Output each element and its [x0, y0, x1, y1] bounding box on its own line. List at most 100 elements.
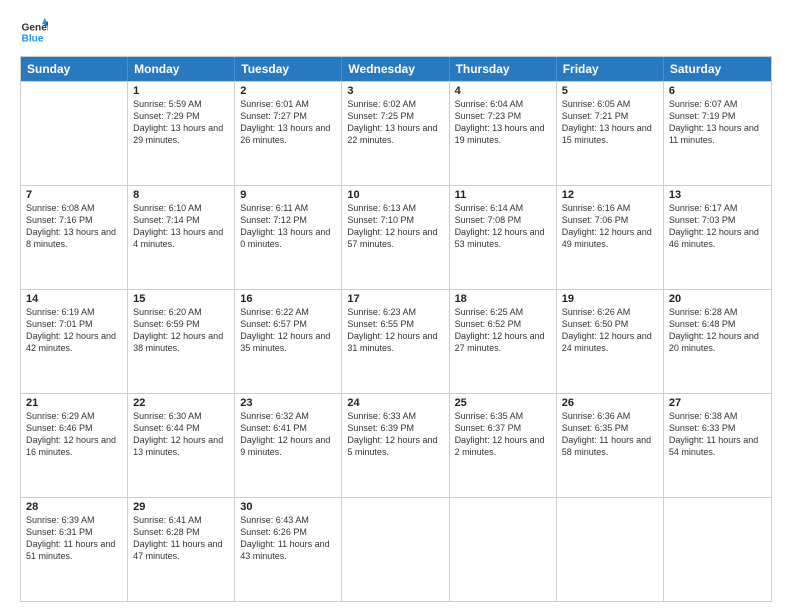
calendar-cell: 9Sunrise: 6:11 AM Sunset: 7:12 PM Daylig…	[235, 186, 342, 289]
calendar-cell: 13Sunrise: 6:17 AM Sunset: 7:03 PM Dayli…	[664, 186, 771, 289]
calendar-cell: 19Sunrise: 6:26 AM Sunset: 6:50 PM Dayli…	[557, 290, 664, 393]
cell-info: Sunrise: 6:05 AM Sunset: 7:21 PM Dayligh…	[562, 98, 658, 147]
calendar-cell	[342, 498, 449, 601]
calendar-cell: 24Sunrise: 6:33 AM Sunset: 6:39 PM Dayli…	[342, 394, 449, 497]
day-number: 7	[26, 189, 122, 201]
day-number: 15	[133, 293, 229, 305]
cell-info: Sunrise: 6:14 AM Sunset: 7:08 PM Dayligh…	[455, 202, 551, 251]
cell-info: Sunrise: 6:02 AM Sunset: 7:25 PM Dayligh…	[347, 98, 443, 147]
calendar-cell: 21Sunrise: 6:29 AM Sunset: 6:46 PM Dayli…	[21, 394, 128, 497]
day-number: 29	[133, 501, 229, 513]
cell-info: Sunrise: 6:35 AM Sunset: 6:37 PM Dayligh…	[455, 410, 551, 459]
calendar-row: 28Sunrise: 6:39 AM Sunset: 6:31 PM Dayli…	[21, 497, 771, 601]
cell-info: Sunrise: 5:59 AM Sunset: 7:29 PM Dayligh…	[133, 98, 229, 147]
calendar-cell: 5Sunrise: 6:05 AM Sunset: 7:21 PM Daylig…	[557, 82, 664, 185]
calendar-row: 7Sunrise: 6:08 AM Sunset: 7:16 PM Daylig…	[21, 185, 771, 289]
cell-info: Sunrise: 6:10 AM Sunset: 7:14 PM Dayligh…	[133, 202, 229, 251]
day-number: 10	[347, 189, 443, 201]
cell-info: Sunrise: 6:25 AM Sunset: 6:52 PM Dayligh…	[455, 306, 551, 355]
day-number: 20	[669, 293, 766, 305]
calendar-cell: 22Sunrise: 6:30 AM Sunset: 6:44 PM Dayli…	[128, 394, 235, 497]
calendar-cell: 4Sunrise: 6:04 AM Sunset: 7:23 PM Daylig…	[450, 82, 557, 185]
calendar-cell: 16Sunrise: 6:22 AM Sunset: 6:57 PM Dayli…	[235, 290, 342, 393]
calendar-cell: 3Sunrise: 6:02 AM Sunset: 7:25 PM Daylig…	[342, 82, 449, 185]
day-number: 19	[562, 293, 658, 305]
day-number: 23	[240, 397, 336, 409]
weekday-header: Monday	[128, 57, 235, 81]
day-number: 17	[347, 293, 443, 305]
cell-info: Sunrise: 6:30 AM Sunset: 6:44 PM Dayligh…	[133, 410, 229, 459]
cell-info: Sunrise: 6:26 AM Sunset: 6:50 PM Dayligh…	[562, 306, 658, 355]
calendar-cell: 10Sunrise: 6:13 AM Sunset: 7:10 PM Dayli…	[342, 186, 449, 289]
day-number: 4	[455, 85, 551, 97]
day-number: 27	[669, 397, 766, 409]
day-number: 1	[133, 85, 229, 97]
calendar: SundayMondayTuesdayWednesdayThursdayFrid…	[20, 56, 772, 602]
calendar-cell: 20Sunrise: 6:28 AM Sunset: 6:48 PM Dayli…	[664, 290, 771, 393]
calendar-cell	[21, 82, 128, 185]
day-number: 2	[240, 85, 336, 97]
page-header: General Blue	[20, 18, 772, 46]
logo-icon: General Blue	[20, 18, 48, 46]
calendar-cell: 30Sunrise: 6:43 AM Sunset: 6:26 PM Dayli…	[235, 498, 342, 601]
day-number: 22	[133, 397, 229, 409]
svg-text:Blue: Blue	[22, 33, 44, 44]
cell-info: Sunrise: 6:01 AM Sunset: 7:27 PM Dayligh…	[240, 98, 336, 147]
weekday-header: Thursday	[450, 57, 557, 81]
calendar-cell: 7Sunrise: 6:08 AM Sunset: 7:16 PM Daylig…	[21, 186, 128, 289]
cell-info: Sunrise: 6:43 AM Sunset: 6:26 PM Dayligh…	[240, 514, 336, 563]
cell-info: Sunrise: 6:20 AM Sunset: 6:59 PM Dayligh…	[133, 306, 229, 355]
day-number: 30	[240, 501, 336, 513]
calendar-cell: 11Sunrise: 6:14 AM Sunset: 7:08 PM Dayli…	[450, 186, 557, 289]
day-number: 12	[562, 189, 658, 201]
cell-info: Sunrise: 6:22 AM Sunset: 6:57 PM Dayligh…	[240, 306, 336, 355]
cell-info: Sunrise: 6:11 AM Sunset: 7:12 PM Dayligh…	[240, 202, 336, 251]
day-number: 3	[347, 85, 443, 97]
day-number: 21	[26, 397, 122, 409]
weekday-header: Saturday	[664, 57, 771, 81]
calendar-body: 1Sunrise: 5:59 AM Sunset: 7:29 PM Daylig…	[21, 81, 771, 601]
cell-info: Sunrise: 6:33 AM Sunset: 6:39 PM Dayligh…	[347, 410, 443, 459]
logo: General Blue	[20, 18, 48, 46]
calendar-cell: 8Sunrise: 6:10 AM Sunset: 7:14 PM Daylig…	[128, 186, 235, 289]
calendar-cell: 6Sunrise: 6:07 AM Sunset: 7:19 PM Daylig…	[664, 82, 771, 185]
calendar-cell: 12Sunrise: 6:16 AM Sunset: 7:06 PM Dayli…	[557, 186, 664, 289]
weekday-header: Friday	[557, 57, 664, 81]
day-number: 6	[669, 85, 766, 97]
cell-info: Sunrise: 6:28 AM Sunset: 6:48 PM Dayligh…	[669, 306, 766, 355]
calendar-cell: 2Sunrise: 6:01 AM Sunset: 7:27 PM Daylig…	[235, 82, 342, 185]
cell-info: Sunrise: 6:17 AM Sunset: 7:03 PM Dayligh…	[669, 202, 766, 251]
day-number: 28	[26, 501, 122, 513]
calendar-cell: 28Sunrise: 6:39 AM Sunset: 6:31 PM Dayli…	[21, 498, 128, 601]
cell-info: Sunrise: 6:19 AM Sunset: 7:01 PM Dayligh…	[26, 306, 122, 355]
weekday-header: Tuesday	[235, 57, 342, 81]
weekday-header: Sunday	[21, 57, 128, 81]
cell-info: Sunrise: 6:13 AM Sunset: 7:10 PM Dayligh…	[347, 202, 443, 251]
cell-info: Sunrise: 6:23 AM Sunset: 6:55 PM Dayligh…	[347, 306, 443, 355]
calendar-cell: 1Sunrise: 5:59 AM Sunset: 7:29 PM Daylig…	[128, 82, 235, 185]
day-number: 24	[347, 397, 443, 409]
day-number: 25	[455, 397, 551, 409]
weekday-header: Wednesday	[342, 57, 449, 81]
day-number: 26	[562, 397, 658, 409]
cell-info: Sunrise: 6:41 AM Sunset: 6:28 PM Dayligh…	[133, 514, 229, 563]
calendar-row: 14Sunrise: 6:19 AM Sunset: 7:01 PM Dayli…	[21, 289, 771, 393]
cell-info: Sunrise: 6:16 AM Sunset: 7:06 PM Dayligh…	[562, 202, 658, 251]
calendar-cell: 26Sunrise: 6:36 AM Sunset: 6:35 PM Dayli…	[557, 394, 664, 497]
day-number: 8	[133, 189, 229, 201]
calendar-cell: 29Sunrise: 6:41 AM Sunset: 6:28 PM Dayli…	[128, 498, 235, 601]
calendar-row: 1Sunrise: 5:59 AM Sunset: 7:29 PM Daylig…	[21, 81, 771, 185]
calendar-cell: 17Sunrise: 6:23 AM Sunset: 6:55 PM Dayli…	[342, 290, 449, 393]
day-number: 13	[669, 189, 766, 201]
day-number: 16	[240, 293, 336, 305]
day-number: 5	[562, 85, 658, 97]
calendar-cell: 14Sunrise: 6:19 AM Sunset: 7:01 PM Dayli…	[21, 290, 128, 393]
cell-info: Sunrise: 6:08 AM Sunset: 7:16 PM Dayligh…	[26, 202, 122, 251]
day-number: 18	[455, 293, 551, 305]
cell-info: Sunrise: 6:07 AM Sunset: 7:19 PM Dayligh…	[669, 98, 766, 147]
calendar-cell: 25Sunrise: 6:35 AM Sunset: 6:37 PM Dayli…	[450, 394, 557, 497]
cell-info: Sunrise: 6:36 AM Sunset: 6:35 PM Dayligh…	[562, 410, 658, 459]
calendar-row: 21Sunrise: 6:29 AM Sunset: 6:46 PM Dayli…	[21, 393, 771, 497]
calendar-cell: 27Sunrise: 6:38 AM Sunset: 6:33 PM Dayli…	[664, 394, 771, 497]
calendar-cell: 15Sunrise: 6:20 AM Sunset: 6:59 PM Dayli…	[128, 290, 235, 393]
